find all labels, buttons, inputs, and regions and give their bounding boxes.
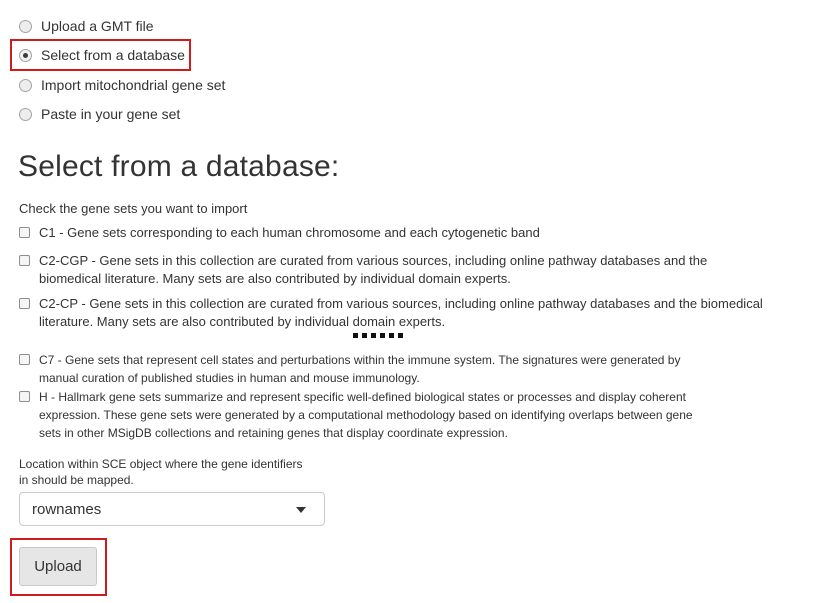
gene-set-c7[interactable]: C7 - Gene sets that represent cell state…: [19, 351, 680, 387]
ellipsis-divider: [353, 333, 403, 338]
radio-option-import-mitochondrial[interactable]: Import mitochondrial gene set: [19, 77, 225, 93]
radio-option-paste-gene-set[interactable]: Paste in your gene set: [19, 106, 180, 122]
radio-label: Paste in your gene set: [41, 106, 181, 122]
checkbox[interactable]: [19, 298, 30, 309]
checkbox[interactable]: [19, 391, 30, 402]
location-select[interactable]: rownames: [19, 492, 325, 526]
gene-set-c1[interactable]: C1 - Gene sets corresponding to each hum…: [19, 224, 540, 242]
radio-button[interactable]: [19, 19, 32, 33]
radio-button[interactable]: [19, 107, 32, 121]
gene-set-c2-cp[interactable]: C2-CP - Gene sets in this collection are…: [19, 295, 763, 331]
gene-set-c2-cgp[interactable]: C2-CGP - Gene sets in this collection ar…: [19, 252, 707, 288]
gene-set-hallmark[interactable]: H - Hallmark gene sets summarize and rep…: [19, 388, 693, 442]
instructions-text: Check the gene sets you want to import: [19, 201, 248, 216]
gene-set-description: H - Hallmark gene sets summarize and rep…: [39, 390, 693, 440]
radio-label: Upload a GMT file: [41, 18, 154, 34]
upload-button[interactable]: Upload: [19, 547, 97, 586]
radio-option-upload-gmt[interactable]: Upload a GMT file: [19, 18, 154, 34]
section-title: Select from a database:: [18, 150, 340, 183]
chevron-down-icon: [296, 507, 306, 513]
checkbox[interactable]: [19, 354, 30, 365]
radio-button[interactable]: [19, 78, 32, 92]
location-select-value: rownames: [32, 500, 102, 518]
gene-set-description: C2-CGP - Gene sets in this collection ar…: [39, 253, 708, 286]
location-label: Location within SCE object where the gen…: [19, 457, 303, 487]
gene-set-description: C7 - Gene sets that represent cell state…: [39, 353, 681, 385]
checkbox[interactable]: [19, 227, 30, 238]
highlight-box-select-database: [10, 39, 191, 71]
gene-set-description: C1 - Gene sets corresponding to each hum…: [39, 225, 540, 240]
gene-set-description: C2-CP - Gene sets in this collection are…: [39, 296, 763, 329]
checkbox[interactable]: [19, 255, 30, 266]
radio-label: Import mitochondrial gene set: [41, 77, 226, 93]
